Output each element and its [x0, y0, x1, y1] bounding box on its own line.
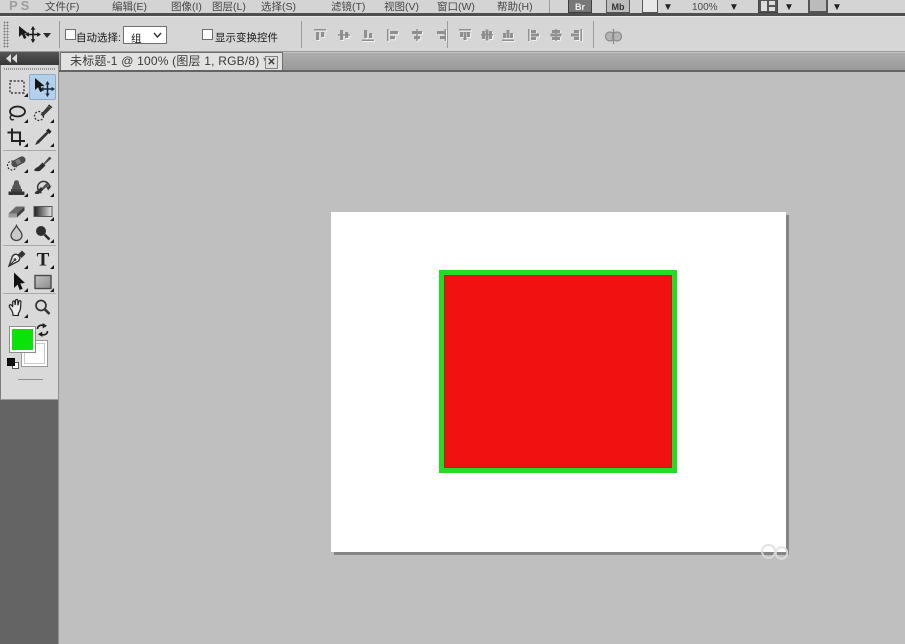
svg-text:T: T	[37, 250, 50, 271]
